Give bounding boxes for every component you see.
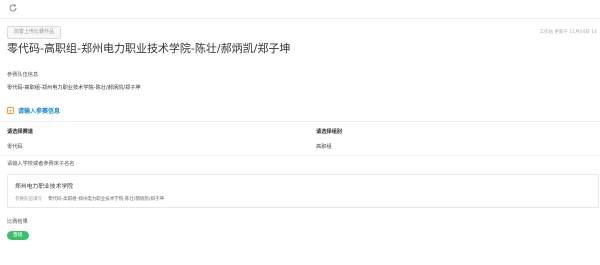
result-label: 比赛结果: [7, 219, 28, 225]
school-sub-value: 零代码-高职组-郑州电力职业技术学院-陈壮/郝炳凯/郑子坤: [48, 197, 164, 202]
page-title: 零代码-高职组-郑州电力职业技术学院-陈壮/郝炳凯/郑子坤: [7, 42, 291, 55]
divider: [0, 121, 600, 122]
group-value[interactable]: 高职组: [316, 143, 332, 150]
info-section-title: 请输入参赛信息: [18, 108, 61, 115]
school-name: 郑州电力职业技术学院: [15, 184, 73, 190]
top-toolbar: [0, 0, 600, 19]
upload-entry-button[interactable]: 前置上传比赛作品: [7, 26, 62, 39]
divider: [0, 155, 600, 156]
school-sub-key: 参赛队伍填写: [15, 197, 42, 202]
refresh-icon[interactable]: [8, 3, 18, 13]
school-sub-line: 参赛队伍填写 零代码-高职组-郑州电力职业技术学院-陈壮/郝炳凯/郑子坤: [15, 196, 164, 202]
team-info-value: 零代码-高职组-郑州电力职业技术学院-陈壮/郝炳凯/郑子坤: [7, 85, 141, 91]
edit-form-icon: [7, 107, 14, 114]
team-info-label: 参赛队伍信息: [7, 72, 39, 78]
group-label: 请选择组别: [316, 129, 342, 135]
update-meta: 工作站 更新于 11月04日 14: [539, 30, 597, 35]
info-section-header: 请输入参赛信息: [7, 106, 60, 115]
school-prompt-label: 请输入学校或者参赛床子名名: [7, 161, 75, 167]
track-label: 请选择赛道: [7, 129, 33, 135]
track-value[interactable]: 零代码: [7, 143, 23, 150]
result-status-badge: 晋级: [7, 231, 29, 240]
school-card[interactable]: 郑州电力职业技术学院 参赛队伍填写 零代码-高职组-郑州电力职业技术学院-陈壮/郝…: [7, 174, 599, 208]
